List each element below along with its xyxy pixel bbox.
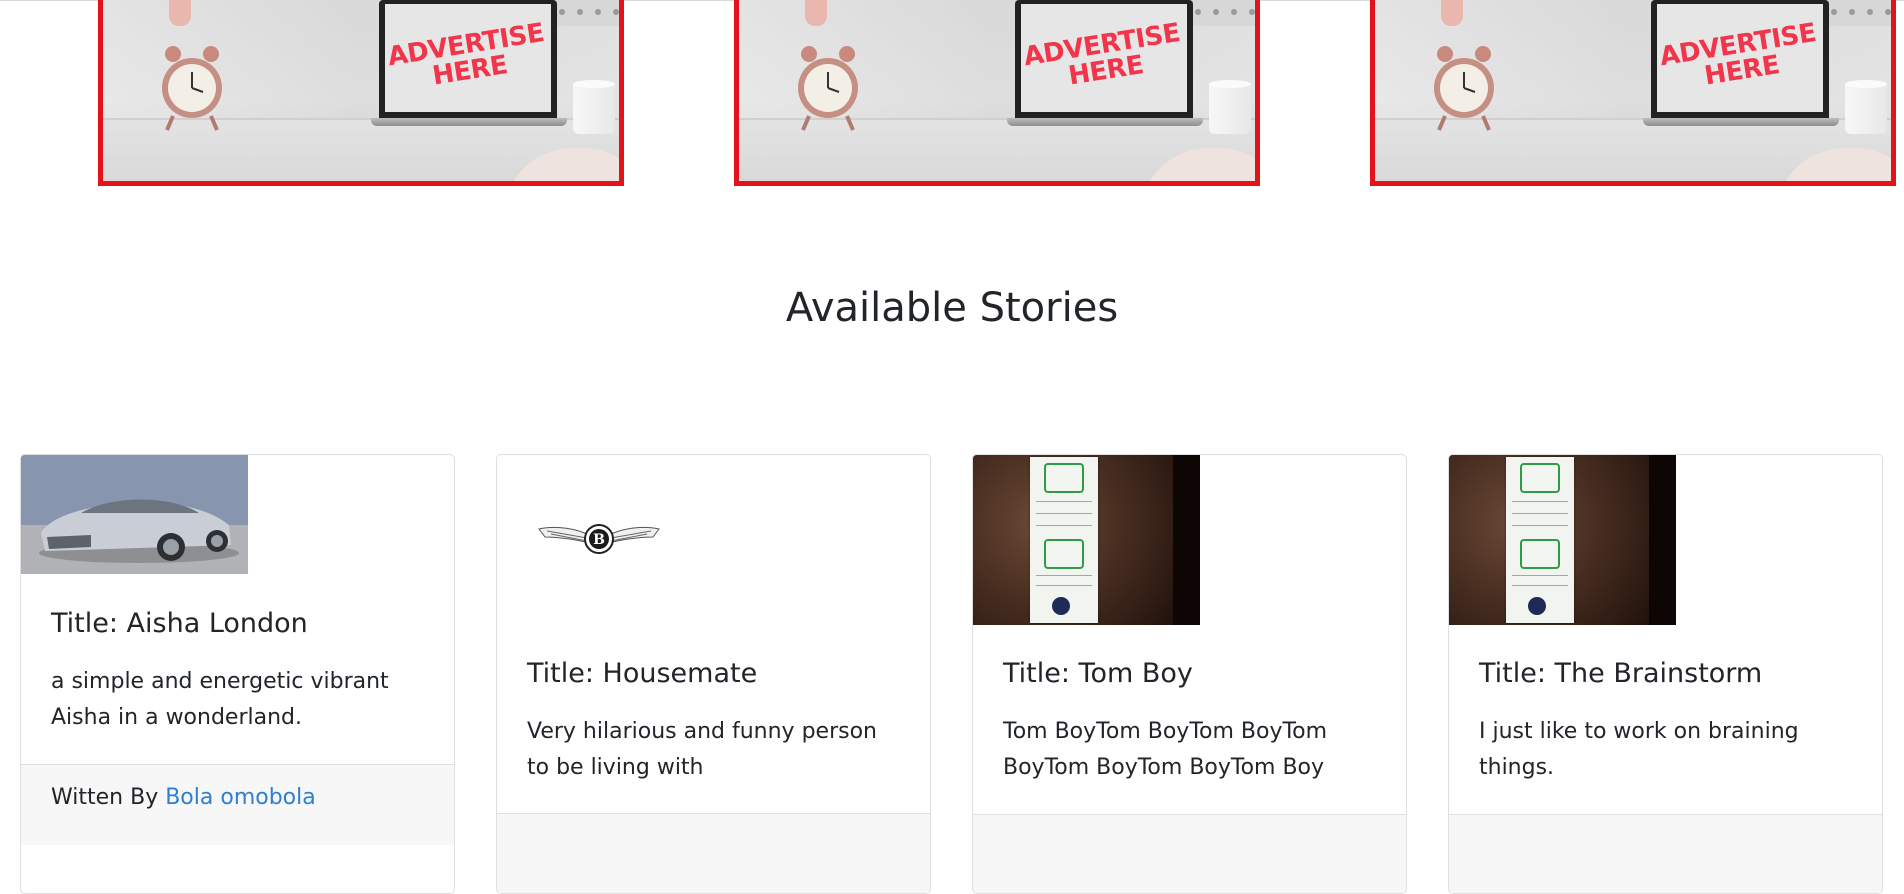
mug-image (1209, 80, 1251, 134)
story-image-check[interactable] (973, 455, 1200, 625)
story-description: Tom BoyTom BoyTom BoyTom BoyTom BoyTom B… (1003, 719, 1328, 780)
card-footer (973, 815, 1406, 893)
alarm-clock-icon (798, 46, 858, 131)
bentley-logo-icon[interactable]: B (537, 515, 661, 563)
story-card[interactable]: Title: Tom Boy Tom BoyTom BoyTom BoyTom … (972, 454, 1407, 894)
svg-text:B: B (593, 532, 605, 548)
story-author: Witten By Bola omobola (51, 783, 316, 813)
ad-decor (805, 0, 827, 26)
card-footer (497, 814, 930, 893)
section-title: Available Stories (785, 285, 1119, 331)
story-card[interactable]: B Title: Housemate Very hilarious and fu… (496, 454, 931, 894)
alarm-clock-icon (162, 46, 222, 131)
laptop-image: ADVERTISE HERE (371, 0, 567, 134)
advertise-banner[interactable]: ADVERTISE HERE (98, 0, 624, 186)
author-link[interactable]: Bola omobola (165, 785, 316, 810)
card-footer: Witten By Bola omobola (21, 765, 454, 845)
story-description: I just like to work on braining things. (1479, 719, 1799, 780)
alarm-clock-icon (1434, 46, 1494, 131)
mug-image (573, 80, 615, 134)
story-title[interactable]: Title: Tom Boy (1003, 657, 1193, 691)
story-description: a simple and energetic vibrant Aisha in … (51, 669, 389, 730)
advertise-banner[interactable]: ADVERTISE HERE (734, 0, 1260, 186)
laptop-image: ADVERTISE HERE (1643, 0, 1839, 134)
card-footer (1449, 815, 1882, 893)
story-title[interactable]: Title: The Brainstorm (1479, 657, 1762, 691)
author-prefix: Witten By (51, 785, 166, 810)
ad-decor (169, 0, 191, 26)
story-title[interactable]: Title: Housemate (527, 657, 757, 691)
story-image-car[interactable] (21, 455, 248, 574)
story-card[interactable]: Title: Aisha London a simple and energet… (20, 454, 455, 894)
laptop-image: ADVERTISE HERE (1007, 0, 1203, 134)
story-description: Very hilarious and funny person to be li… (527, 719, 877, 780)
ad-decor (1441, 0, 1463, 26)
story-title[interactable]: Title: Aisha London (51, 607, 308, 641)
advertise-banner[interactable]: ADVERTISE HERE (1370, 0, 1896, 186)
mug-image (1845, 80, 1887, 134)
story-image-check[interactable] (1449, 455, 1676, 625)
story-card[interactable]: Title: The Brainstorm I just like to wor… (1448, 454, 1883, 894)
